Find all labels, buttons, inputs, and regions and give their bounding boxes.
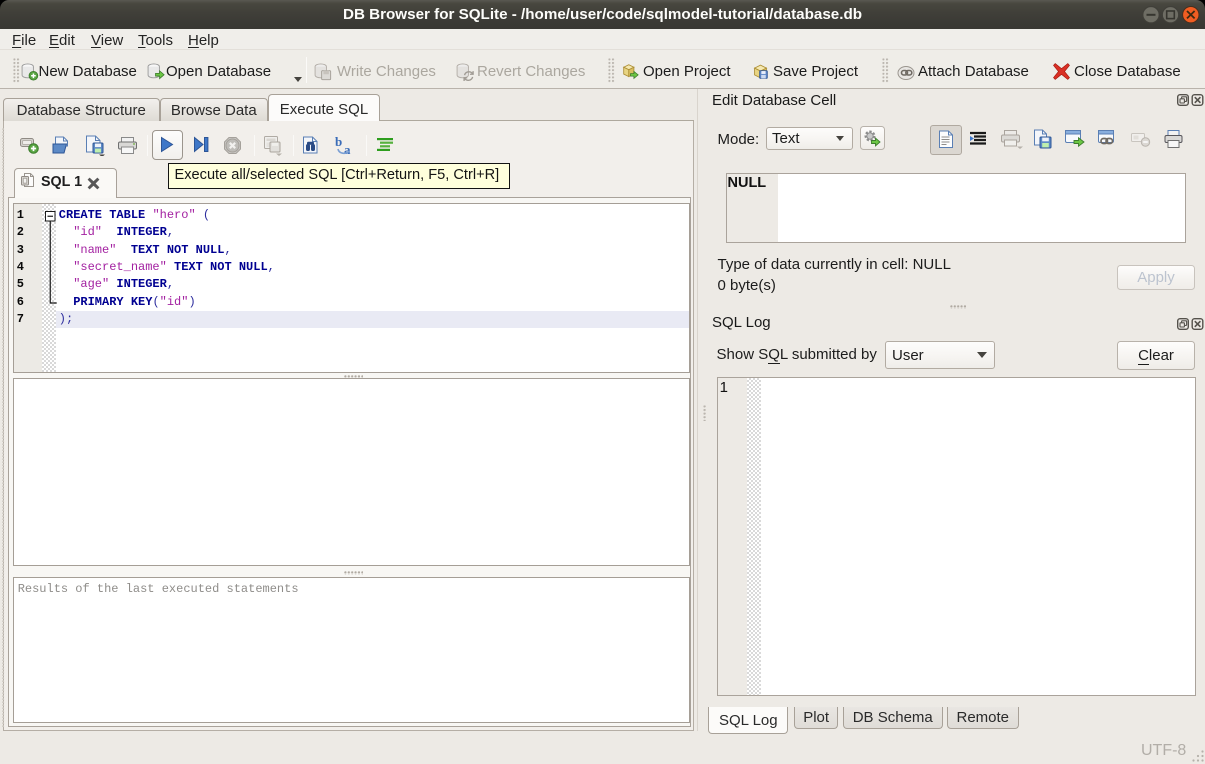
svg-text:b: b (335, 135, 342, 149)
